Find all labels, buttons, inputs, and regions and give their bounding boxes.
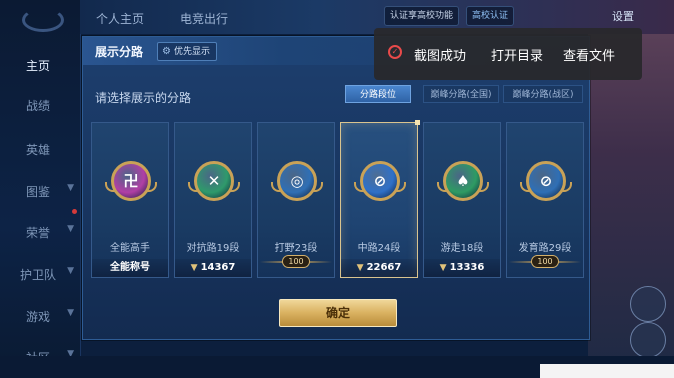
toast-message: 截图成功: [414, 49, 467, 64]
sidebar-item-label: 护卫队: [20, 268, 57, 282]
badge-100: 100: [507, 255, 583, 268]
role-score: ▼ 14367: [175, 259, 251, 277]
role-card[interactable]: ◎ 打野23段 100: [257, 122, 335, 278]
rank-chevron-icon: ▼: [439, 263, 447, 273]
tab-profile[interactable]: 个人主页: [96, 10, 144, 27]
sidebar-item-label: 主页: [26, 59, 51, 73]
rank-chevron-icon: ▼: [356, 263, 364, 273]
all-round-icon: 卍: [105, 161, 157, 201]
role-card[interactable]: ⊘ 发育路29段 100: [506, 122, 584, 278]
selected-corner-icon: [415, 120, 420, 125]
screenshot-toast: ✓ 截图成功 打开目录 查看文件: [374, 28, 642, 80]
mid-lane-icon: ⊘: [354, 161, 406, 201]
settings-button[interactable]: 设置: [612, 8, 634, 24]
sidebar-item-label: 图鉴: [26, 185, 51, 199]
app-logo: [22, 8, 64, 32]
sidebar-item-honor[interactable]: 荣誉 ▼: [0, 224, 80, 244]
certify-banner[interactable]: 认证享高校功能: [384, 6, 460, 26]
priority-label: 优先显示: [173, 47, 210, 57]
rank-chevron-icon: ▼: [190, 263, 198, 273]
side-action-button[interactable]: [630, 286, 666, 322]
tab-peak-national[interactable]: 巅峰分路(全国): [423, 85, 499, 103]
priority-display-button[interactable]: ⚙ 优先显示: [157, 42, 217, 61]
sidebar-item-games[interactable]: 游戏 ▼: [0, 308, 80, 328]
side-action-button[interactable]: [630, 322, 666, 358]
badge-100: 100: [258, 255, 334, 268]
role-score: 全能称号: [92, 259, 168, 277]
role-card[interactable]: 卍全能高手 全能称号: [91, 122, 169, 278]
school-certify-button[interactable]: 高校认证: [466, 6, 515, 26]
sidebar-item-label: 荣誉: [26, 226, 51, 240]
sidebar-item-label: 游戏: [26, 310, 51, 324]
open-folder-link[interactable]: 打开目录: [491, 45, 543, 64]
sidebar: 主页 战绩 英雄 图鉴▼ 荣誉▼ 护卫队▼ 游戏▼ 社区▼: [0, 0, 81, 378]
role-name: 中路24段: [357, 243, 401, 254]
roam-icon: ♠: [437, 161, 489, 201]
sidebar-item-label: 英雄: [26, 143, 51, 157]
sidebar-item-label: 战绩: [26, 99, 51, 113]
jungle-icon: ◎: [271, 161, 323, 201]
role-score: ▼ 22667: [341, 259, 417, 277]
sidebar-item-guard[interactable]: 护卫队 ▼: [0, 266, 80, 286]
role-card[interactable]: ✕ 对抗路19段 ▼ 14367: [174, 122, 252, 278]
role-name: 全能高手: [110, 243, 150, 254]
sidebar-item-codex[interactable]: 图鉴 ▼: [0, 183, 80, 203]
confirm-button[interactable]: 确定: [279, 299, 397, 327]
tab-peak-region[interactable]: 巅峰分路(战区): [503, 85, 583, 103]
sidebar-item-home[interactable]: 主页: [0, 57, 80, 77]
role-name: 对抗路19段: [186, 243, 240, 254]
panel-subtitle: 请选择展示的分路: [95, 91, 192, 105]
role-name: 打野23段: [274, 243, 318, 254]
chevron-down-icon: ▼: [67, 308, 74, 318]
success-check-icon: ✓: [388, 45, 402, 59]
display-lane-panel: 展示分路 ⚙ 优先显示 请选择展示的分路 分路段位 巅峰分路(全国) 巅峰分路(战…: [82, 36, 590, 340]
notification-dot: [72, 209, 77, 214]
role-name: 发育路29段: [518, 243, 572, 254]
sidebar-item-record[interactable]: 战绩: [0, 97, 80, 117]
taskbar-strip: [540, 364, 674, 378]
clash-lane-icon: ✕: [188, 161, 240, 201]
role-card[interactable]: ♠ 游走18段 ▼ 13336: [423, 122, 501, 278]
chevron-down-icon: ▼: [67, 183, 74, 193]
chevron-down-icon: ▼: [67, 266, 74, 276]
role-score: ▼ 13336: [424, 259, 500, 277]
tab-lane-rank[interactable]: 分路段位: [345, 85, 411, 103]
view-file-link[interactable]: 查看文件: [563, 45, 615, 64]
chevron-down-icon: ▼: [67, 224, 74, 234]
role-card[interactable]: ⊘ 中路24段 ▼ 22667: [340, 120, 420, 278]
sidebar-item-heroes[interactable]: 英雄: [0, 141, 80, 161]
tab-esports[interactable]: 电竞出行: [180, 10, 228, 27]
role-name: 游走18段: [440, 243, 484, 254]
farm-lane-icon: ⊘: [520, 161, 572, 201]
gear-icon: ⚙: [162, 46, 171, 57]
hero-portrait-area: [588, 34, 674, 378]
panel-title: 展示分路: [95, 45, 144, 59]
